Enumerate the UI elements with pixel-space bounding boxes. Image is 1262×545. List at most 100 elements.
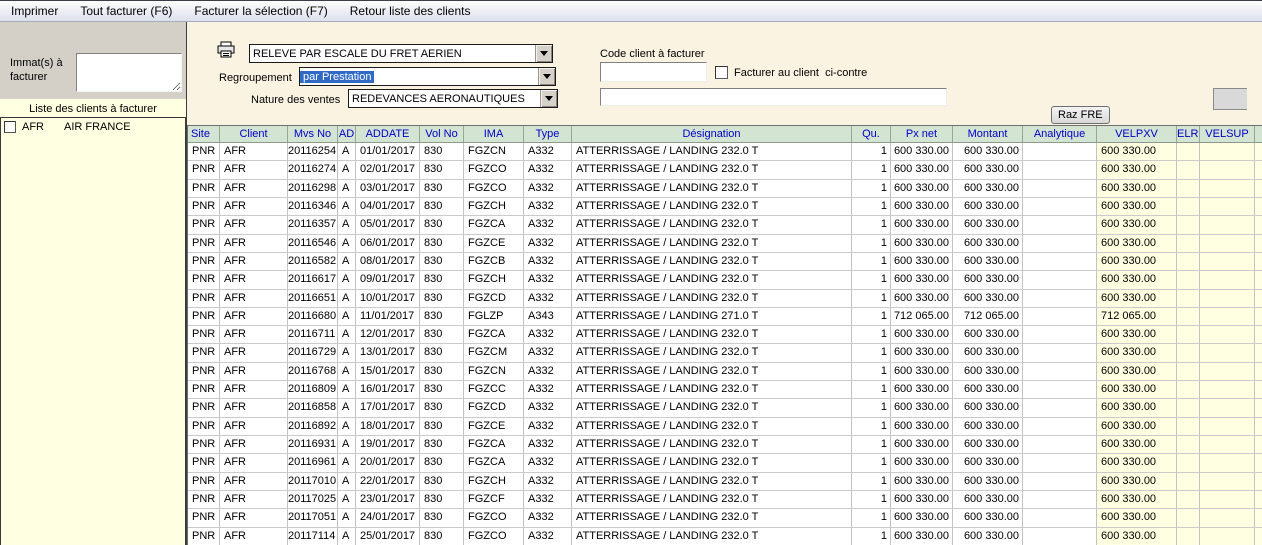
code-client-input[interactable] bbox=[600, 62, 707, 82]
column-header-qu[interactable]: Qu. bbox=[852, 126, 891, 142]
cell-analytique bbox=[1023, 143, 1097, 161]
cell-elrm bbox=[1177, 308, 1200, 326]
cell-addate: 11/01/2017 bbox=[356, 308, 420, 326]
cell-ad: A bbox=[338, 381, 356, 399]
cell-ima: FGZCF bbox=[464, 491, 524, 509]
cell-designation: ATTERRISSAGE / LANDING 232.0 T bbox=[572, 473, 852, 491]
table-row[interactable]: PNRAFR20116858A17/01/2017830FGZCDA332ATT… bbox=[188, 399, 1262, 417]
menu-item-2[interactable]: Facturer la sélection (F7) bbox=[183, 1, 338, 21]
cell-extra bbox=[1255, 528, 1262, 545]
cell-elrm bbox=[1177, 473, 1200, 491]
column-header-velsup[interactable]: VELSUP bbox=[1200, 126, 1255, 142]
table-row[interactable]: PNRAFR20117010A22/01/2017830FGZCHA332ATT… bbox=[188, 473, 1262, 491]
table-row[interactable]: PNRAFR20116298A03/01/2017830FGZCOA332ATT… bbox=[188, 180, 1262, 198]
cell-analytique bbox=[1023, 180, 1097, 198]
cell-montant: 600 330.00 bbox=[953, 290, 1023, 308]
column-header-extra[interactable] bbox=[1255, 126, 1262, 142]
column-header-px_net[interactable]: Px net bbox=[891, 126, 953, 142]
table-row[interactable]: PNRAFR20117025A23/01/2017830FGZCFA332ATT… bbox=[188, 491, 1262, 509]
clients-listbox[interactable]: AFRAIR FRANCE bbox=[0, 117, 186, 545]
column-header-ima[interactable]: IMA bbox=[464, 126, 524, 142]
chevron-down-icon[interactable] bbox=[538, 68, 555, 85]
cell-client: AFR bbox=[220, 290, 288, 308]
chevron-down-icon[interactable] bbox=[535, 45, 552, 62]
report-combo[interactable]: RELEVE PAR ESCALE DU FRET AERIEN bbox=[249, 44, 553, 63]
cell-ad: A bbox=[338, 216, 356, 234]
column-header-type[interactable]: Type bbox=[524, 126, 572, 142]
cell-client: AFR bbox=[220, 381, 288, 399]
table-row[interactable]: PNRAFR20116961A20/01/2017830FGZCAA332ATT… bbox=[188, 454, 1262, 472]
column-header-vol_no[interactable]: Vol No bbox=[420, 126, 464, 142]
table-row[interactable]: PNRAFR20116582A08/01/2017830FGZCBA332ATT… bbox=[188, 253, 1262, 271]
table-row[interactable]: PNRAFR20116617A09/01/2017830FGZCHA332ATT… bbox=[188, 271, 1262, 289]
table-row[interactable]: PNRAFR20116546A06/01/2017830FGZCEA332ATT… bbox=[188, 235, 1262, 253]
cell-montant: 600 330.00 bbox=[953, 418, 1023, 436]
menu-item-0[interactable]: Imprimer bbox=[0, 1, 69, 21]
nature-ventes-combo[interactable]: REDEVANCES AERONAUTIQUES bbox=[348, 89, 558, 108]
table-row[interactable]: PNRAFR20116768A15/01/2017830FGZCNA332ATT… bbox=[188, 363, 1262, 381]
cell-mvs_no: 20116617 bbox=[288, 271, 338, 289]
column-header-designation[interactable]: Désignation bbox=[572, 126, 852, 142]
nature-ventes-label: Nature des ventes bbox=[251, 94, 340, 106]
column-header-site[interactable]: Site bbox=[188, 126, 220, 142]
cell-velpxv: 600 330.00 bbox=[1097, 161, 1177, 179]
cell-velsup bbox=[1200, 161, 1255, 179]
cell-vol_no: 830 bbox=[420, 381, 464, 399]
cell-px_net: 600 330.00 bbox=[891, 436, 953, 454]
client-list-item[interactable]: AFRAIR FRANCE bbox=[1, 118, 185, 133]
table-row[interactable]: PNRAFR20116892A18/01/2017830FGZCEA332ATT… bbox=[188, 418, 1262, 436]
facturer-client-checkbox[interactable] bbox=[715, 66, 728, 79]
table-row[interactable]: PNRAFR20116809A16/01/2017830FGZCCA332ATT… bbox=[188, 381, 1262, 399]
column-header-client[interactable]: Client bbox=[220, 126, 288, 142]
column-header-mvs_no[interactable]: Mvs No bbox=[288, 126, 338, 142]
menu-bar: ImprimerTout facturer (F6)Facturer la sé… bbox=[0, 0, 1262, 22]
cell-px_net: 600 330.00 bbox=[891, 290, 953, 308]
table-row[interactable]: PNRAFR20116254A01/01/2017830FGZCNA332ATT… bbox=[188, 143, 1262, 161]
immat-input[interactable] bbox=[76, 53, 182, 92]
menu-item-3[interactable]: Retour liste des clients bbox=[339, 1, 482, 21]
client-libelle-input[interactable] bbox=[600, 88, 947, 106]
regroupement-combo[interactable]: par Prestation bbox=[299, 67, 556, 86]
cell-elrm bbox=[1177, 344, 1200, 362]
printer-icon[interactable] bbox=[217, 41, 235, 59]
table-row[interactable]: PNRAFR20116651A10/01/2017830FGZCDA332ATT… bbox=[188, 290, 1262, 308]
table-row[interactable]: PNRAFR20116711A12/01/2017830FGZCAA332ATT… bbox=[188, 326, 1262, 344]
table-row[interactable]: PNRAFR20116931A19/01/2017830FGZCAA332ATT… bbox=[188, 436, 1262, 454]
cell-client: AFR bbox=[220, 399, 288, 417]
table-row[interactable]: PNRAFR20116346A04/01/2017830FGZCHA332ATT… bbox=[188, 198, 1262, 216]
cell-qu: 1 bbox=[852, 491, 891, 509]
cell-vol_no: 830 bbox=[420, 161, 464, 179]
table-row[interactable]: PNRAFR20116357A05/01/2017830FGZCAA332ATT… bbox=[188, 216, 1262, 234]
chevron-down-icon[interactable] bbox=[540, 90, 557, 107]
cell-mvs_no: 20116680 bbox=[288, 308, 338, 326]
table-row[interactable]: PNRAFR20116729A13/01/2017830FGZCMA332ATT… bbox=[188, 344, 1262, 362]
cell-analytique bbox=[1023, 436, 1097, 454]
cell-velsup bbox=[1200, 491, 1255, 509]
raz-fre-button[interactable]: Raz FRE bbox=[1051, 106, 1110, 124]
cell-elrm bbox=[1177, 235, 1200, 253]
cell-qu: 1 bbox=[852, 271, 891, 289]
cell-mvs_no: 20116729 bbox=[288, 344, 338, 362]
column-header-addate[interactable]: ADDATE bbox=[356, 126, 420, 142]
cell-extra bbox=[1255, 235, 1262, 253]
cell-qu: 1 bbox=[852, 161, 891, 179]
cell-type: A332 bbox=[524, 290, 572, 308]
cell-velpxv: 600 330.00 bbox=[1097, 491, 1177, 509]
cell-ima: FGZCN bbox=[464, 363, 524, 381]
cell-px_net: 600 330.00 bbox=[891, 491, 953, 509]
column-header-velpxv[interactable]: VELPXV bbox=[1097, 126, 1177, 142]
table-row[interactable]: PNRAFR20116274A02/01/2017830FGZCOA332ATT… bbox=[188, 161, 1262, 179]
column-header-analytique[interactable]: Analytique bbox=[1023, 126, 1097, 142]
menu-item-1[interactable]: Tout facturer (F6) bbox=[69, 1, 183, 21]
cell-client: AFR bbox=[220, 143, 288, 161]
table-row[interactable]: PNRAFR20116680A11/01/2017830FGLZPA343ATT… bbox=[188, 308, 1262, 326]
client-checkbox[interactable] bbox=[4, 121, 16, 133]
table-row[interactable]: PNRAFR20117114A25/01/2017830FGZCOA332ATT… bbox=[188, 528, 1262, 545]
column-header-ad[interactable]: AD bbox=[338, 126, 356, 142]
cell-mvs_no: 20116892 bbox=[288, 418, 338, 436]
column-header-montant[interactable]: Montant bbox=[953, 126, 1023, 142]
column-header-elrm[interactable]: ELRM bbox=[1177, 126, 1200, 142]
table-row[interactable]: PNRAFR20117051A24/01/2017830FGZCOA332ATT… bbox=[188, 509, 1262, 527]
cell-addate: 10/01/2017 bbox=[356, 290, 420, 308]
cell-elrm bbox=[1177, 198, 1200, 216]
